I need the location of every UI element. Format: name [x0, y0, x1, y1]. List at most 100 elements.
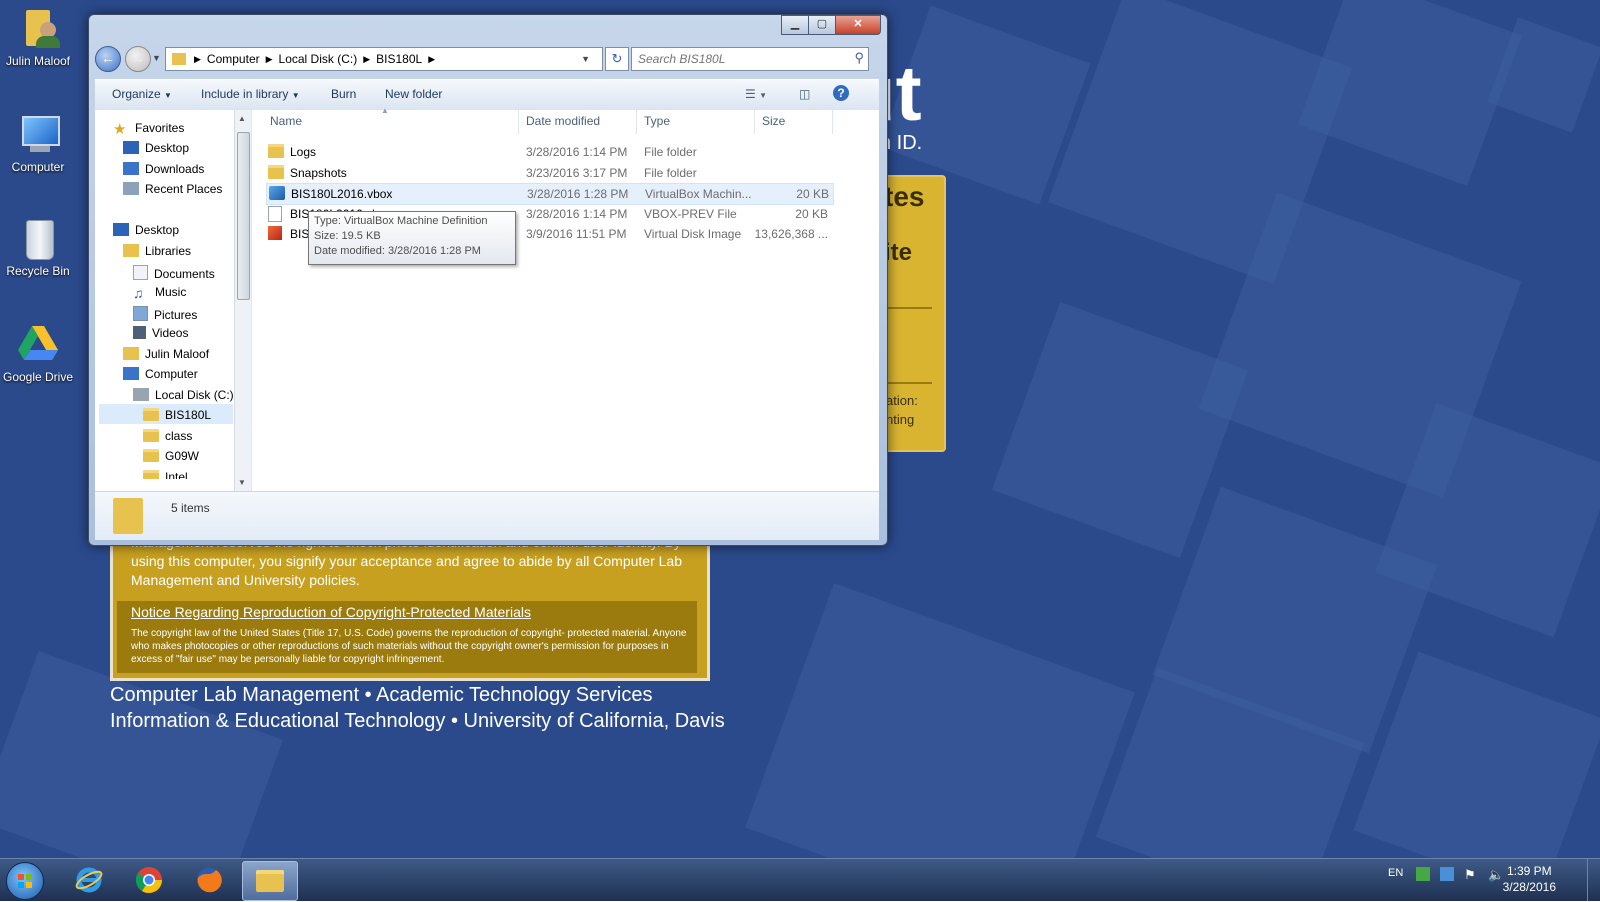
- taskbar-windows-explorer[interactable]: [242, 861, 298, 901]
- explorer-window[interactable]: ▁ ▢ ✕ ← → ▼ ▶ Computer ▶ Local Disk (C:)…: [88, 14, 888, 546]
- search-box[interactable]: ⚲: [631, 47, 869, 71]
- google-drive-icon: [16, 322, 60, 366]
- nav-label: BIS180L: [165, 408, 212, 422]
- hard-drive-icon: [133, 388, 149, 401]
- nav-libraries[interactable]: Libraries: [123, 244, 191, 258]
- action-center-flag-icon[interactable]: ⚑: [1464, 867, 1476, 883]
- gold-panel-title-1: tes: [884, 181, 925, 212]
- breadcrumb-bis180l[interactable]: BIS180L: [376, 52, 422, 66]
- nav-recent-places[interactable]: Recent Places: [123, 182, 222, 196]
- file-row[interactable]: Logs 3/28/2016 1:14 PM File folder: [266, 142, 832, 162]
- nav-folder-bis180l[interactable]: BIS180L: [143, 408, 211, 422]
- nav-favorites-desktop[interactable]: Desktop: [123, 141, 189, 155]
- taskbar-chrome[interactable]: [122, 861, 176, 899]
- include-in-library-button[interactable]: Include in library ▼: [201, 87, 300, 101]
- scroll-up-icon[interactable]: ▲: [238, 114, 246, 123]
- nav-folder-class[interactable]: class: [143, 429, 192, 443]
- start-button[interactable]: [6, 862, 44, 900]
- search-icon[interactable]: ⚲: [854, 50, 864, 66]
- navigation-pane: ★ Favorites Desktop Downloads Recent Plac…: [95, 110, 252, 491]
- computer-icon: [16, 112, 60, 156]
- nav-favorites[interactable]: ★ Favorites: [113, 120, 185, 138]
- nav-desktop[interactable]: Desktop: [113, 223, 179, 237]
- folder-icon: [143, 429, 159, 442]
- search-input[interactable]: [632, 48, 840, 70]
- item-count: 5 items: [171, 501, 210, 515]
- file-row[interactable]: Snapshots 3/23/2016 3:17 PM File folder: [266, 163, 832, 183]
- nav-label: Local Disk (C:): [155, 388, 234, 402]
- tray-network-status-icon[interactable]: [1440, 867, 1454, 881]
- desktop-icon-google-drive[interactable]: Google Drive: [0, 322, 76, 384]
- nav-scrollbar[interactable]: ▲ ▼: [234, 110, 251, 491]
- nav-pictures[interactable]: Pictures: [133, 306, 197, 322]
- scroll-down-icon[interactable]: ▼: [238, 478, 246, 487]
- nav-computer[interactable]: Computer: [123, 367, 198, 381]
- close-button[interactable]: ✕: [835, 15, 881, 35]
- internet-explorer-icon: [75, 867, 103, 893]
- address-bar[interactable]: ▶ Computer ▶ Local Disk (C:) ▶ BIS180L ▶…: [165, 47, 603, 71]
- recent-places-icon: [123, 182, 139, 195]
- preview-pane-button[interactable]: ◫: [799, 87, 810, 101]
- refresh-button[interactable]: ↻: [605, 47, 629, 71]
- organize-button[interactable]: Organize ▼: [112, 87, 172, 101]
- maximize-button[interactable]: ▢: [808, 15, 836, 35]
- show-desktop-button[interactable]: [1587, 859, 1600, 901]
- nav-folder-g09w[interactable]: G09W: [143, 449, 199, 463]
- nav-label: Videos: [152, 326, 189, 340]
- column-divider: [832, 110, 833, 134]
- desktop-icon-computer[interactable]: Computer: [0, 112, 76, 174]
- breadcrumb-local-disk[interactable]: Local Disk (C:): [279, 52, 358, 66]
- taskbar-firefox[interactable]: [182, 861, 236, 899]
- nav-user-folder[interactable]: Julin Maloof: [123, 347, 209, 361]
- breadcrumb-computer[interactable]: Computer: [207, 52, 260, 66]
- tooltip-size: Size: 19.5 KB: [314, 230, 381, 242]
- taskbar-clock[interactable]: 1:39 PM 3/28/2016: [1503, 863, 1556, 895]
- nav-label: Computer: [145, 367, 198, 381]
- chevron-right-icon: ▶: [194, 53, 201, 64]
- file-size: 20 KB: [796, 187, 829, 201]
- windows-logo-icon: [18, 874, 32, 888]
- recent-pages-dropdown[interactable]: ▼: [152, 53, 161, 63]
- change-view-button[interactable]: ☰ ▼: [745, 87, 767, 101]
- taskbar-internet-explorer[interactable]: [62, 861, 116, 899]
- chevron-right-icon: ▶: [265, 53, 273, 64]
- scrollbar-thumb[interactable]: [237, 132, 250, 300]
- desktop-icon-user-folder[interactable]: Julin Maloof: [0, 6, 76, 68]
- nav-downloads[interactable]: Downloads: [123, 162, 204, 176]
- language-indicator[interactable]: EN: [1388, 867, 1403, 879]
- column-header-date-modified[interactable]: Date modified: [526, 114, 600, 128]
- chevron-down-icon: ▼: [164, 91, 172, 100]
- nav-local-disk[interactable]: Local Disk (C:): [133, 388, 234, 402]
- folder-icon: [172, 53, 186, 65]
- new-folder-button[interactable]: New folder: [385, 87, 442, 101]
- nav-label: Favorites: [135, 121, 185, 135]
- folder-icon: [143, 470, 159, 479]
- address-dropdown-icon[interactable]: ▼: [581, 54, 590, 64]
- file-size: 20 KB: [795, 207, 828, 221]
- pictures-icon: [133, 306, 148, 321]
- nav-folder-intel[interactable]: Intel: [143, 470, 188, 479]
- desktop-icon-recycle-bin[interactable]: Recycle Bin: [0, 216, 76, 278]
- nav-label: G09W: [165, 449, 200, 463]
- nav-videos[interactable]: Videos: [133, 326, 188, 340]
- details-pane: 5 items: [95, 491, 879, 540]
- nav-music[interactable]: ♫ Music: [133, 285, 186, 301]
- file-row-selected[interactable]: BIS180L2016.vbox 3/28/2016 1:28 PM Virtu…: [266, 183, 834, 205]
- nav-documents[interactable]: Documents: [133, 265, 215, 281]
- libraries-icon: [123, 244, 139, 257]
- help-icon[interactable]: ?: [833, 85, 849, 101]
- burn-button[interactable]: Burn: [331, 87, 356, 101]
- tooltip-type: Type: VirtualBox Machine Definition: [314, 215, 488, 227]
- column-header-size[interactable]: Size: [762, 114, 785, 128]
- chevron-right-icon: ▶: [428, 53, 436, 64]
- column-header-name[interactable]: Name: [270, 114, 302, 128]
- forward-button[interactable]: →: [125, 46, 151, 72]
- file-date: 3/28/2016 1:14 PM: [526, 207, 628, 221]
- file-size: 13,626,368 ...: [754, 227, 828, 241]
- tray-app-icon[interactable]: [1416, 867, 1430, 881]
- include-in-library-label: Include in library: [201, 87, 289, 101]
- minimize-button[interactable]: ▁: [781, 15, 809, 35]
- notice-copyright-box: Notice Regarding Reproduction of Copyrig…: [117, 601, 697, 673]
- column-header-type[interactable]: Type: [644, 114, 670, 128]
- back-button[interactable]: ←: [95, 46, 121, 72]
